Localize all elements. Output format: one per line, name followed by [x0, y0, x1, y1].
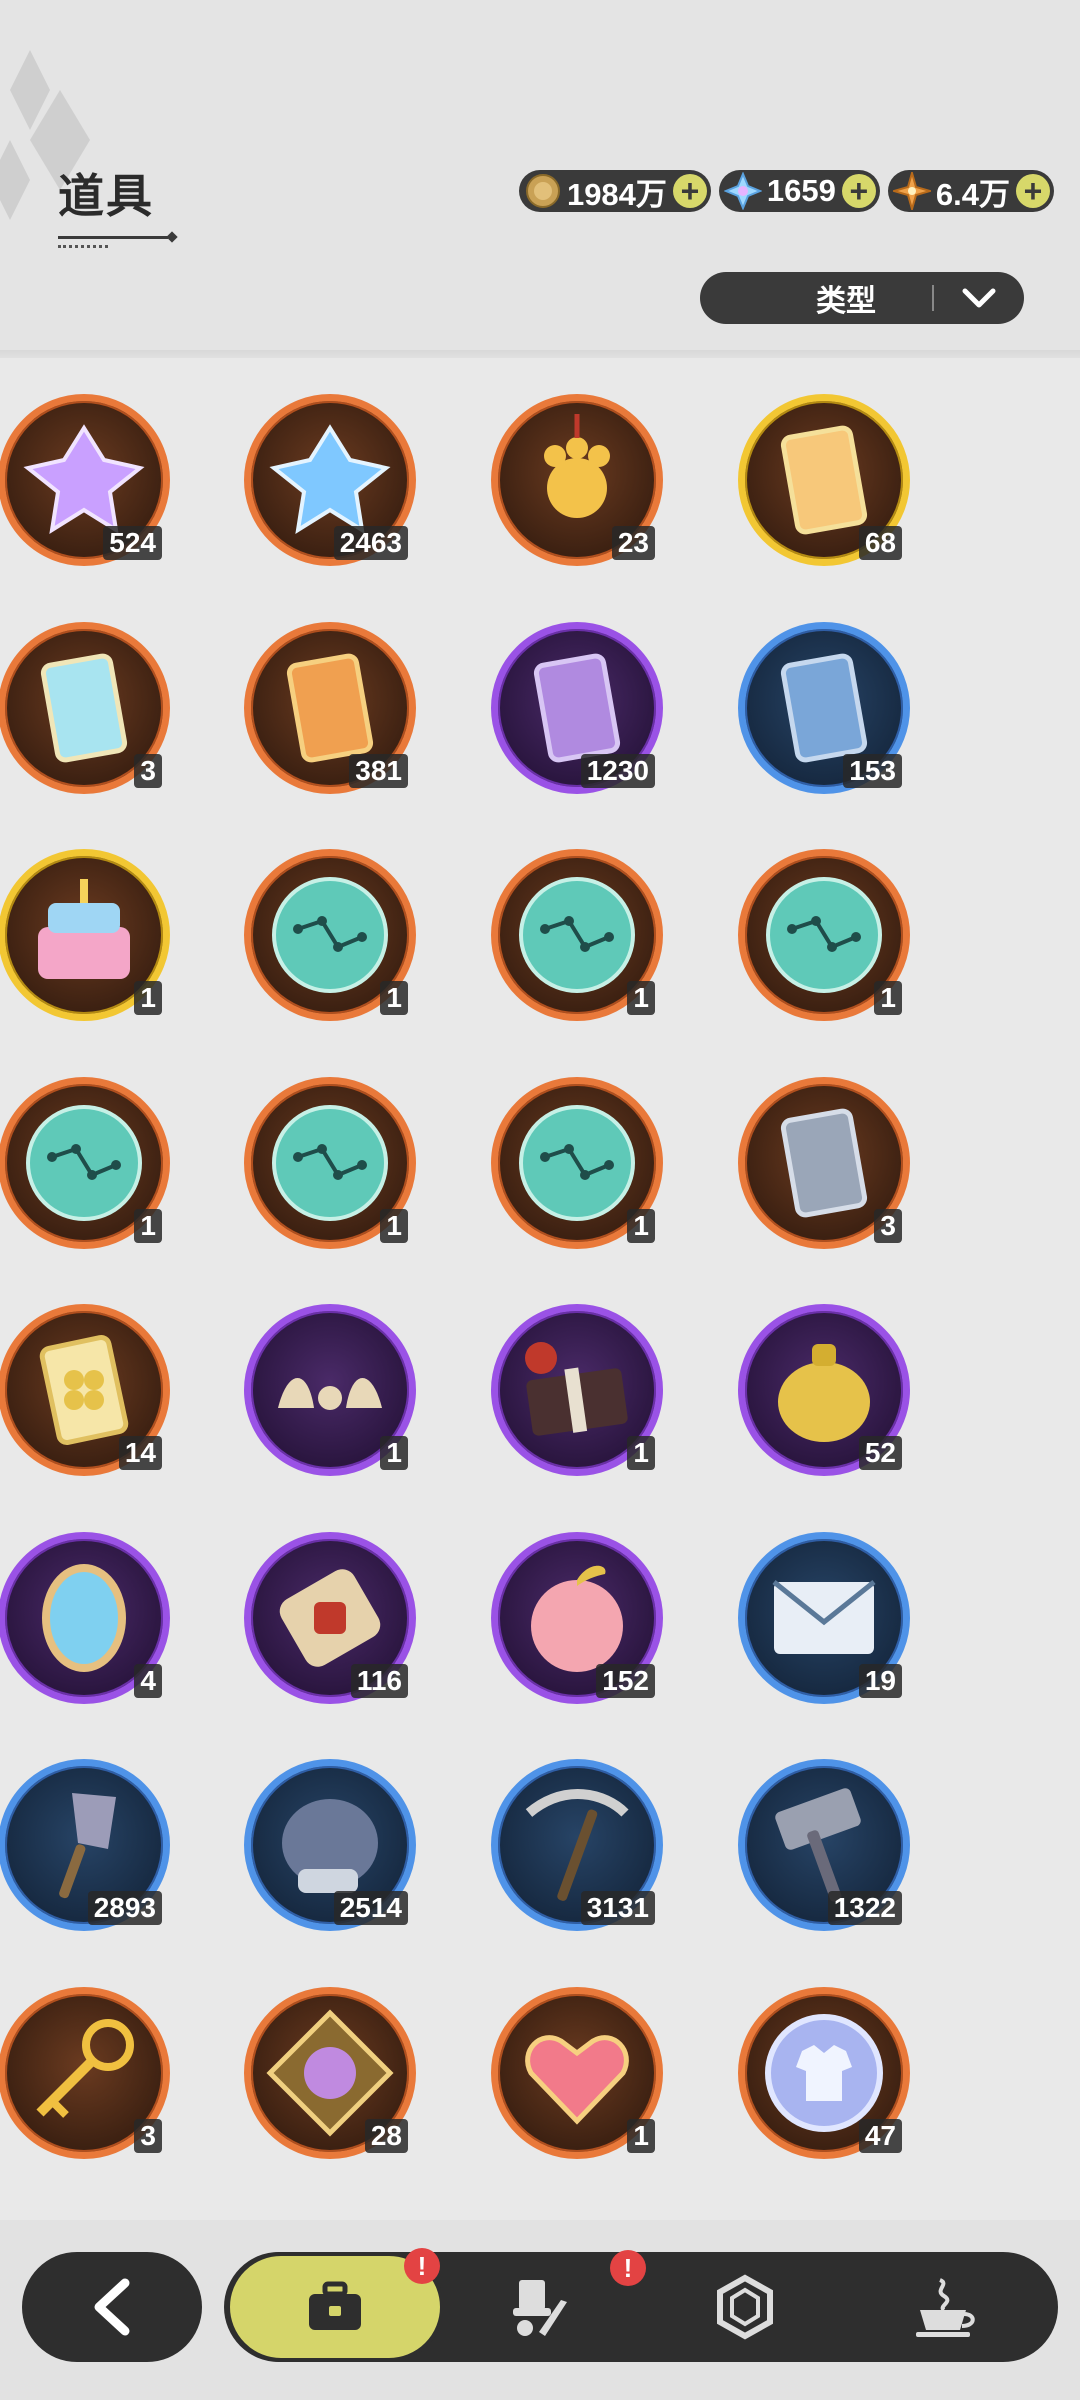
coin-value: 1984万 — [566, 176, 667, 212]
back-button[interactable] — [22, 2252, 202, 2362]
item-count: 2463 — [333, 526, 408, 560]
briefcase-icon — [309, 2281, 361, 2330]
item-slot[interactable]: 3131 — [491, 1759, 663, 1931]
item-count: 1 — [134, 981, 162, 1015]
item-slot[interactable]: 1 — [491, 1076, 663, 1249]
item-count: 152 — [596, 1663, 655, 1698]
item-slot[interactable]: 23 — [491, 394, 663, 566]
item-count: 1 — [627, 1436, 655, 1470]
hat-feather-icon — [513, 2280, 567, 2336]
item-slot[interactable]: 1 — [244, 1304, 416, 1476]
tab-bag-badge: ! — [404, 2248, 440, 2284]
item-slot[interactable]: 2514 — [244, 1759, 416, 1931]
title-dots — [58, 245, 108, 248]
item-slot[interactable]: 2893 — [0, 1759, 170, 1931]
item-count: 14 — [118, 1436, 162, 1470]
item-slot[interactable]: 28 — [244, 1986, 416, 2159]
item-slot[interactable]: 1 — [244, 1076, 416, 1249]
item-count: 3 — [874, 1208, 902, 1243]
currency-coin: 1984万 + — [518, 170, 711, 212]
item-slot[interactable]: 524 — [0, 394, 170, 566]
tab-gems[interactable] — [680, 2252, 810, 2362]
currency-bar: 1984万 + 1659 + 6.4万 + — [518, 170, 1054, 212]
tab-food[interactable] — [880, 2252, 1010, 2362]
item-slot[interactable]: 3 — [738, 1076, 910, 1249]
item-count: 1 — [380, 1208, 408, 1243]
currency-crystal: 1659 + — [718, 170, 880, 212]
item-count: 1 — [627, 2118, 655, 2153]
item-slot[interactable]: 1322 — [738, 1759, 910, 1931]
item-slot[interactable]: 1 — [491, 1986, 663, 2159]
type-filter-dropdown[interactable]: 类型 — [700, 272, 1024, 324]
item-count: 1322 — [827, 1891, 902, 1925]
item-slot[interactable]: 1 — [244, 849, 416, 1021]
crystal-value: 1659 — [766, 173, 836, 208]
item-count: 1 — [380, 981, 408, 1015]
item-slot[interactable]: 19 — [738, 1531, 910, 1704]
item-slot[interactable]: 47 — [738, 1986, 910, 2159]
item-count: 3131 — [580, 1891, 655, 1925]
add-star-shard-button[interactable]: + — [1016, 174, 1050, 208]
item-slot[interactable]: 3 — [0, 621, 170, 794]
item-slot[interactable]: 2463 — [244, 394, 416, 566]
page-title: 道具 — [58, 170, 154, 222]
item-slot[interactable]: 1 — [738, 849, 910, 1021]
currency-star-shard: 6.4万 + — [887, 170, 1054, 212]
item-slot[interactable]: 4 — [0, 1531, 170, 1704]
item-count: 153 — [843, 753, 902, 788]
item-count: 3 — [134, 2118, 162, 2153]
item-count: 23 — [611, 526, 655, 560]
add-coin-button[interactable]: + — [672, 174, 707, 208]
item-count: 1 — [627, 981, 655, 1015]
star-shard-value: 6.4万 — [935, 176, 1010, 212]
tab-equipment-badge: ! — [610, 2250, 646, 2286]
item-count: 28 — [364, 2118, 408, 2153]
type-filter-label: 类型 — [816, 285, 876, 318]
item-count: 2514 — [333, 1891, 408, 1925]
item-slot[interactable]: 116 — [244, 1531, 416, 1704]
page-title-block: 道具 — [58, 160, 168, 248]
item-slot[interactable]: 1 — [0, 1076, 170, 1249]
item-count: 1230 — [580, 753, 655, 788]
title-underline — [58, 236, 168, 239]
item-count: 524 — [103, 526, 162, 560]
item-panel: 524 2463 23 68 3 381 1230 153 1 1 1 1 1 1 1 3 14 1 1 52 4 116… — [0, 358, 1080, 2220]
add-crystal-button[interactable]: + — [841, 174, 876, 208]
item-slot[interactable]: 153 — [738, 621, 910, 794]
item-count: 4 — [134, 1663, 162, 1698]
item-count: 116 — [350, 1663, 408, 1698]
chevron-down-icon — [934, 287, 1024, 309]
coin-icon — [523, 171, 563, 211]
item-count: 1 — [874, 981, 902, 1015]
item-count: 47 — [858, 2118, 902, 2153]
item-slot[interactable]: 1 — [0, 849, 170, 1021]
back-arrow-icon — [94, 2278, 130, 2336]
star-shard-icon — [892, 171, 932, 211]
item-count: 52 — [858, 1436, 902, 1470]
item-slot[interactable]: 381 — [244, 621, 416, 794]
item-slot[interactable]: 52 — [738, 1304, 910, 1476]
item-count: 3 — [134, 753, 162, 788]
item-count: 2893 — [87, 1891, 162, 1925]
item-count: 1 — [134, 1208, 162, 1243]
item-slot[interactable]: 3 — [0, 1986, 170, 2159]
item-slot[interactable]: 1230 — [491, 621, 663, 794]
item-count: 19 — [858, 1663, 902, 1698]
item-slot[interactable]: 1 — [491, 849, 663, 1021]
item-slot[interactable]: 68 — [738, 394, 910, 566]
item-count: 68 — [858, 526, 902, 560]
tab-equipment[interactable] — [470, 2252, 610, 2362]
coffee-icon — [916, 2278, 975, 2337]
item-slot[interactable]: 152 — [491, 1531, 663, 1704]
item-count: 1 — [627, 1208, 655, 1243]
item-slot[interactable]: 1 — [491, 1304, 663, 1476]
item-count: 381 — [349, 753, 408, 788]
gem-icon — [717, 2274, 773, 2340]
item-slot[interactable]: 14 — [0, 1304, 170, 1476]
item-count: 1 — [380, 1436, 408, 1470]
crystal-icon — [723, 171, 763, 211]
